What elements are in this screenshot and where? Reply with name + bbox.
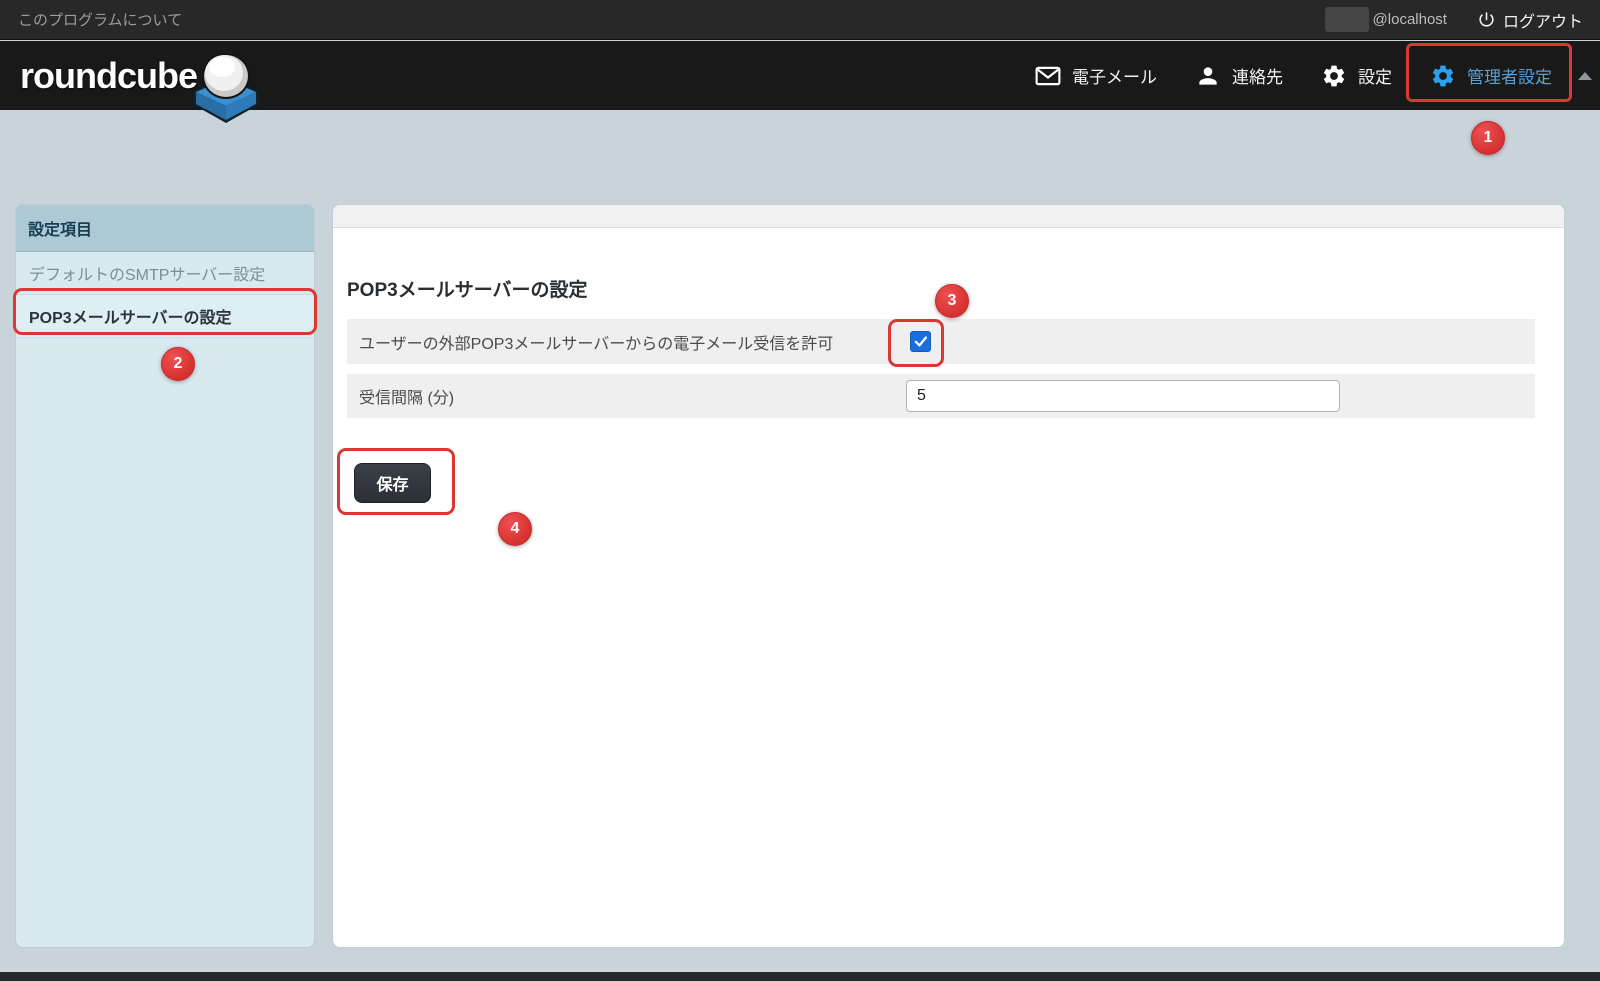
check-icon xyxy=(913,334,928,349)
envelope-icon xyxy=(1035,63,1061,89)
nav-item-admin-settings[interactable]: 管理者設定 xyxy=(1411,41,1571,110)
annotation-step-1: 1 xyxy=(1471,121,1505,155)
allow-pop3-checkbox[interactable] xyxy=(910,331,931,352)
sidebar-item-pop3-settings[interactable]: POP3メールサーバーの設定 xyxy=(16,295,314,338)
page-title: POP3メールサーバーの設定 xyxy=(347,275,588,302)
settings-sidebar: 設定項目 デフォルトのSMTPサーバー設定 POP3メールサーバーの設定 xyxy=(15,204,315,948)
top-bar: このプログラムについて @localhost ログアウト xyxy=(0,0,1600,40)
field-label-interval: 受信間隔 (分) xyxy=(347,384,454,408)
person-icon xyxy=(1195,63,1221,89)
nav-item-mail[interactable]: 電子メール xyxy=(1016,41,1176,110)
interval-input[interactable] xyxy=(906,380,1340,412)
gear-icon xyxy=(1321,63,1347,89)
content-panel: POP3メールサーバーの設定 ユーザーの外部POP3メールサーバーからの電子メー… xyxy=(332,204,1565,948)
field-label-allow-pop3: ユーザーの外部POP3メールサーバーからの電子メール受信を許可 xyxy=(347,330,833,354)
collapse-arrow-icon[interactable] xyxy=(1578,72,1592,80)
roundcube-logo[interactable]: roundcube xyxy=(20,41,197,110)
gear-icon xyxy=(1430,63,1456,89)
sidebar-title: 設定項目 xyxy=(16,205,314,252)
sidebar-item-smtp-settings[interactable]: デフォルトのSMTPサーバー設定 xyxy=(16,252,314,295)
about-link[interactable]: このプログラムについて xyxy=(18,9,182,30)
app-header: roundcube 電子メール 連絡先 xyxy=(0,41,1600,110)
field-row-allow-pop3: ユーザーの外部POP3メールサーバーからの電子メール受信を許可 xyxy=(347,319,1535,364)
nav-label-mail: 電子メール xyxy=(1072,63,1157,88)
user-session-area: @localhost ログアウト xyxy=(1325,7,1583,32)
footer-bar xyxy=(0,972,1600,981)
logout-label: ログアウト xyxy=(1503,8,1583,32)
save-button[interactable]: 保存 xyxy=(354,463,431,503)
nav-item-contacts[interactable]: 連絡先 xyxy=(1176,41,1302,110)
roundcube-cube-icon xyxy=(186,49,266,135)
nav-label-contacts: 連絡先 xyxy=(1232,63,1283,88)
username-redacted xyxy=(1325,7,1369,32)
toolbar-strip xyxy=(333,205,1564,228)
main-nav: 電子メール 連絡先 設定 管理者設定 xyxy=(1016,41,1592,110)
nav-item-settings[interactable]: 設定 xyxy=(1302,41,1411,110)
nav-label-admin-settings: 管理者設定 xyxy=(1467,63,1552,88)
logout-button[interactable]: ログアウト xyxy=(1477,8,1583,32)
username-suffix: @localhost xyxy=(1373,11,1447,28)
field-row-interval: 受信間隔 (分) xyxy=(347,374,1535,418)
power-icon xyxy=(1477,10,1496,29)
roundcube-logo-text: roundcube xyxy=(20,55,197,97)
nav-label-settings: 設定 xyxy=(1358,63,1392,88)
